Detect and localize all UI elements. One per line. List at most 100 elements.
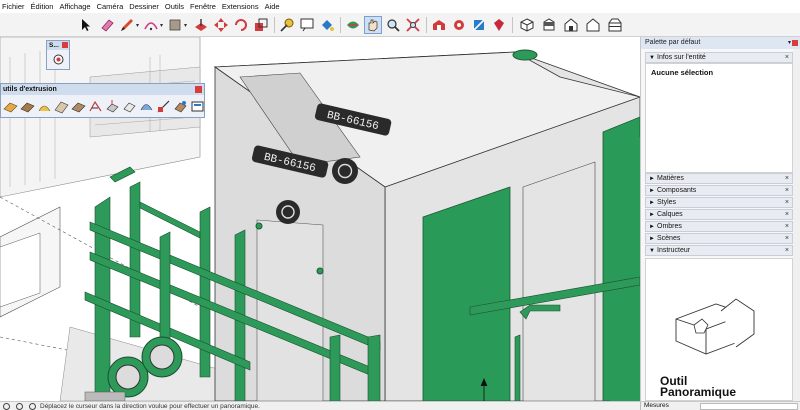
menu-outils[interactable]: Outils xyxy=(162,0,187,13)
scale-tool-icon[interactable] xyxy=(252,16,270,34)
close-icon[interactable] xyxy=(792,40,798,46)
warehouse-icon[interactable] xyxy=(430,16,448,34)
extrusion-tools-toolbar[interactable]: utils d'extrusion xyxy=(0,83,205,118)
pin-icon[interactable]: ▾ xyxy=(788,37,791,49)
section-shadows[interactable]: ► Ombres × xyxy=(645,221,793,232)
extrude-edges-by-vector-to-object-icon[interactable] xyxy=(105,99,120,114)
close-icon[interactable] xyxy=(62,42,68,48)
menu-aide[interactable]: Aide xyxy=(262,0,283,13)
extrude-edges-by-lofting-icon[interactable] xyxy=(37,99,52,114)
extrude-edges-by-face-icon[interactable] xyxy=(20,99,35,114)
arc-dropdown-icon[interactable]: ▾ xyxy=(160,22,163,29)
pencil-tool-icon[interactable] xyxy=(118,16,136,34)
toolbar-separator xyxy=(340,17,341,33)
select-tool-icon[interactable] xyxy=(76,16,94,34)
extrude-edges-by-rails-by-lofting-icon[interactable] xyxy=(139,99,154,114)
close-icon[interactable]: × xyxy=(785,53,789,63)
orbit-tool-icon[interactable] xyxy=(344,16,362,34)
tape-measure-tool-icon[interactable] xyxy=(278,16,296,34)
collapsed-arrow-icon: ► xyxy=(649,224,655,230)
measurements-input[interactable] xyxy=(700,403,798,410)
component-icon[interactable] xyxy=(53,54,64,65)
collapsed-arrow-icon: ► xyxy=(649,188,655,194)
close-icon[interactable]: × xyxy=(785,186,789,196)
instructor-body: Outil Panoramique xyxy=(645,258,793,401)
menu-camera[interactable]: Caméra xyxy=(94,0,127,13)
sketchup-window: Fichier Édition Affichage Caméra Dessine… xyxy=(0,0,800,410)
back-view-icon[interactable] xyxy=(606,16,624,34)
section-instructor[interactable]: ▼ Instructeur × xyxy=(645,245,793,256)
extrude-edges-by-vector-icon[interactable] xyxy=(3,99,18,114)
extrude-edges-by-rails-icon[interactable] xyxy=(54,99,69,114)
toolbar-separator xyxy=(512,17,513,33)
info-icon[interactable] xyxy=(16,403,23,410)
move-tool-icon[interactable] xyxy=(212,16,230,34)
entity-status: Aucune sélection xyxy=(651,68,714,77)
extrusion-toolbar-title[interactable]: utils d'extrusion xyxy=(1,84,204,95)
extrude-edges-by-rails-to-lattice-icon[interactable] xyxy=(88,99,103,114)
collapsed-arrow-icon: ► xyxy=(649,212,655,218)
section-layers[interactable]: ► Calques × xyxy=(645,209,793,220)
locomotive-hood: BB-66156 BB-66156 xyxy=(213,49,640,401)
rectangle-tool-icon[interactable] xyxy=(166,16,184,34)
section-entity-info[interactable]: ▼ Infos sur l'entité × xyxy=(645,52,793,63)
measurements-label: Mesures xyxy=(640,402,700,410)
menu-dessiner[interactable]: Dessiner xyxy=(126,0,162,13)
floating-toolbar-small-title[interactable]: S... xyxy=(47,41,69,50)
extrude-edges-by-edges-icon[interactable] xyxy=(71,99,86,114)
extension-warehouse-icon[interactable] xyxy=(450,16,468,34)
user-icon[interactable] xyxy=(29,403,36,410)
extrude-edges-by-face-lattice-icon[interactable] xyxy=(173,99,188,114)
entity-info-body: Aucune sélection xyxy=(645,63,793,173)
arc-tool-icon[interactable] xyxy=(142,16,160,34)
section-styles[interactable]: ► Styles × xyxy=(645,197,793,208)
menu-fenetre[interactable]: Fenêtre xyxy=(187,0,219,13)
rectangle-dropdown-icon[interactable]: ▾ xyxy=(184,22,187,29)
text-tool-icon[interactable] xyxy=(298,16,316,34)
pan-illustration xyxy=(675,298,755,355)
front-view-icon[interactable] xyxy=(562,16,580,34)
floating-toolbar-small[interactable]: S... xyxy=(46,40,70,70)
panel-title-bar[interactable]: Palette par défaut ▾ xyxy=(641,37,800,49)
collapsed-arrow-icon: ► xyxy=(649,176,655,182)
paint-bucket-tool-icon[interactable] xyxy=(318,16,336,34)
main-toolbar: ▾ ▾ ▾ xyxy=(0,13,800,37)
zoom-tool-icon[interactable] xyxy=(384,16,402,34)
pan-tool-icon[interactable] xyxy=(364,16,382,34)
right-view-icon[interactable] xyxy=(584,16,602,34)
rotate-tool-icon[interactable] xyxy=(232,16,250,34)
menu-fichier[interactable]: Fichier xyxy=(2,0,28,13)
extrude-edges-by-face-to-object-icon[interactable] xyxy=(122,99,137,114)
close-icon[interactable]: × xyxy=(785,174,789,184)
panel-scrollbar[interactable] xyxy=(793,49,800,401)
extrusion-settings-icon[interactable] xyxy=(190,99,205,114)
menu-extensions[interactable]: Extensions xyxy=(219,0,262,13)
section-components[interactable]: ► Composants × xyxy=(645,185,793,196)
pencil-dropdown-icon[interactable]: ▾ xyxy=(136,22,139,29)
status-message: Déplacez le curseur dans la direction vo… xyxy=(40,403,260,410)
menu-affichage[interactable]: Affichage xyxy=(56,0,93,13)
extrude-line-icon[interactable] xyxy=(156,99,171,114)
close-icon[interactable]: × xyxy=(785,222,789,232)
instructor-tool-name: Outil Panoramique xyxy=(660,374,737,399)
push-pull-tool-icon[interactable] xyxy=(192,16,210,34)
toolbar-separator xyxy=(426,17,427,33)
section-scenes[interactable]: ► Scènes × xyxy=(645,233,793,244)
close-icon[interactable]: × xyxy=(785,246,789,256)
menu-edition[interactable]: Édition xyxy=(28,0,57,13)
expanded-arrow-icon: ▼ xyxy=(649,248,655,254)
zoom-extents-tool-icon[interactable] xyxy=(404,16,422,34)
close-icon[interactable]: × xyxy=(785,234,789,244)
close-icon[interactable]: × xyxy=(785,210,789,220)
expanded-arrow-icon: ▼ xyxy=(649,55,655,61)
ruby-icon[interactable] xyxy=(490,16,508,34)
layout-icon[interactable] xyxy=(470,16,488,34)
close-icon[interactable] xyxy=(195,86,202,93)
close-icon[interactable]: × xyxy=(785,198,789,208)
default-tray-panel: Palette par défaut ▾ ▼ Infos sur l'entité… xyxy=(640,37,800,401)
eraser-tool-icon[interactable] xyxy=(98,16,116,34)
section-materials[interactable]: ► Matières × xyxy=(645,173,793,184)
iso-view-icon[interactable] xyxy=(518,16,536,34)
top-view-icon[interactable] xyxy=(540,16,558,34)
geolocation-icon[interactable] xyxy=(3,403,10,410)
